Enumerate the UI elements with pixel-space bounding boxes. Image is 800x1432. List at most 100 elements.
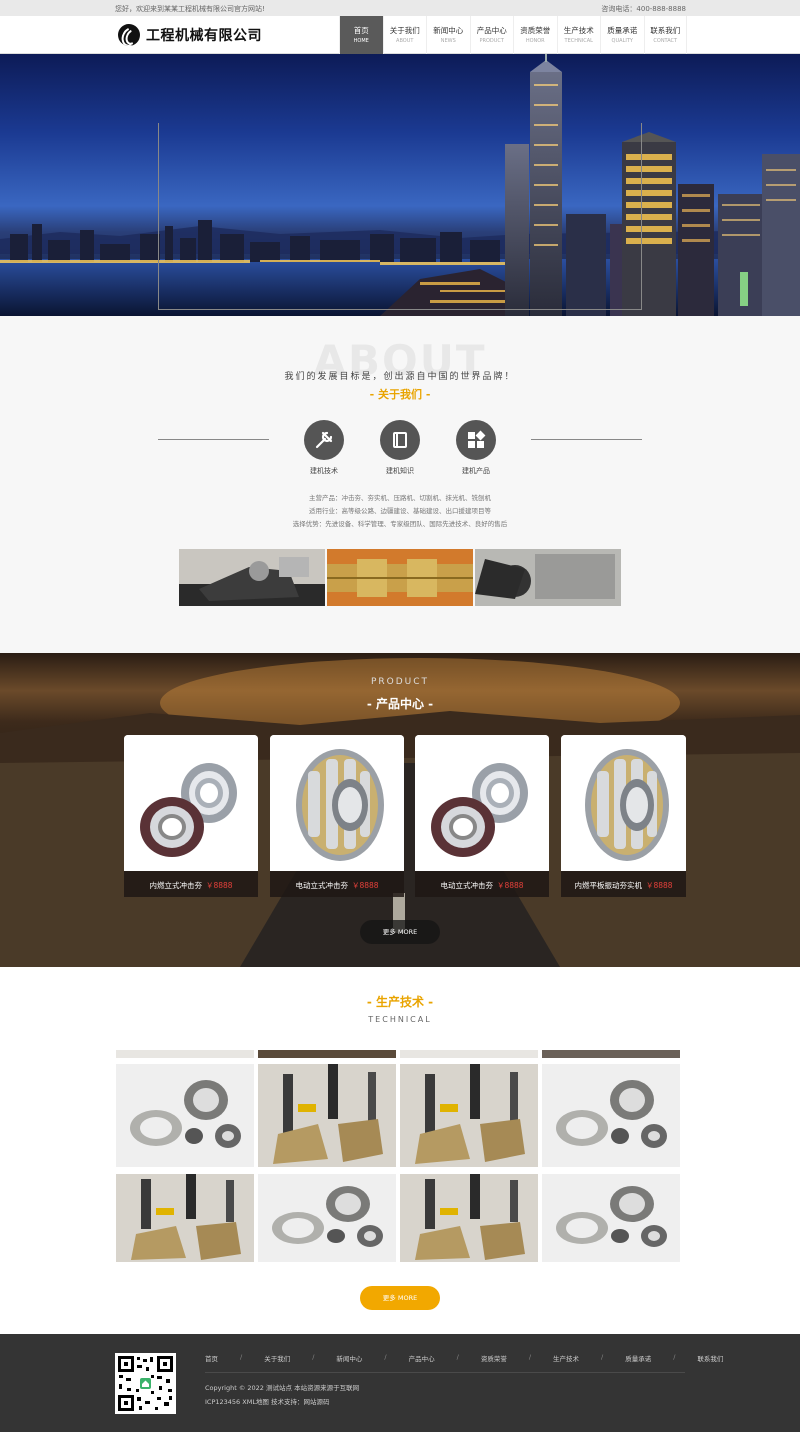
nav-label: 资质荣誉 <box>520 26 551 35</box>
tech-photo-drill-tools[interactable] <box>400 1174 538 1262</box>
footer-link-honor[interactable]: 资质荣誉 <box>481 1353 507 1363</box>
product-price: ￥8888 <box>351 881 379 890</box>
nav-sublabel: TECHNICAL <box>564 38 593 44</box>
nav-label: 质量承诺 <box>607 26 638 35</box>
link-separator: / <box>456 1353 459 1361</box>
product-en-title: PRODUCT <box>370 677 430 687</box>
link-separator: / <box>528 1353 532 1361</box>
product-caption: 内燃立式冲击夯 ￥8888 <box>124 871 258 897</box>
icp-text[interactable]: ICP123456 XML地图 技术支持：网站源码 <box>205 1396 330 1406</box>
footer-link-quality[interactable]: 质量承诺 <box>625 1353 651 1363</box>
book-icon <box>380 420 420 460</box>
link-separator: / <box>601 1353 604 1361</box>
product-card[interactable]: 电动立式冲击夯 ￥8888 <box>415 735 549 897</box>
roller-bearing-image <box>270 735 404 871</box>
product-caption: 电动立式冲击夯 ￥8888 <box>270 871 404 897</box>
link-separator: / <box>384 1353 387 1361</box>
footer-link-product[interactable]: 产品中心 <box>409 1353 435 1363</box>
feature-knowledge[interactable]: 建机知识 <box>370 420 430 476</box>
nav-sublabel: HOME <box>353 38 369 44</box>
footer-link-about[interactable]: 关于我们 <box>264 1353 290 1363</box>
technical-more-button[interactable]: 更多 MORE <box>360 1286 440 1310</box>
nav-item-honor[interactable]: 资质荣誉 HONOR <box>513 16 557 54</box>
machine-photo <box>179 549 325 606</box>
qr-code-image <box>115 1353 176 1414</box>
top-bar: 您好，欢迎来到某某工程机械有限公司官方网站! 咨询电话：400-888-8888 <box>0 0 800 16</box>
product-card[interactable]: 内燃立式冲击夯 ￥8888 <box>124 735 258 897</box>
tech-strip <box>116 1050 254 1058</box>
about-frame <box>158 123 642 310</box>
nav-label: 新闻中心 <box>433 26 464 35</box>
nav-label: 关于我们 <box>389 26 420 35</box>
ball-bearing-image <box>124 735 258 871</box>
footer-link-news[interactable]: 新闻中心 <box>336 1353 362 1363</box>
nav-label: 首页 <box>353 26 369 35</box>
footer-divider <box>205 1372 685 1373</box>
nav-label: 联系我们 <box>650 26 681 35</box>
tech-photo-needle-bearings[interactable] <box>116 1064 254 1167</box>
nav-item-news[interactable]: 新闻中心 NEWS <box>426 16 470 54</box>
copyright-text: Copyright © 2022 测试站点 本站资源来源于互联网 <box>205 1384 360 1392</box>
about-line: 主营产品：冲击夯、夯实机、压路机、切割机、抹光机、铣刨机 <box>309 494 491 502</box>
nav-sublabel: HONOR <box>525 38 545 44</box>
phone-info: 咨询电话：400-888-8888 <box>601 4 686 14</box>
link-separator: / <box>240 1353 243 1361</box>
product-title: - 产品中心 - <box>366 697 434 711</box>
feature-tech[interactable]: 建机技术 <box>294 420 354 476</box>
site-header: 工程机械有限公司 首页 HOME 关于我们 ABOUT 新闻中心 NEWS 产品中心 P… <box>0 16 800 54</box>
tech-strip <box>258 1050 396 1058</box>
nav-sublabel: NEWS <box>440 38 456 44</box>
product-caption: 内燃平板振动夯实机 ￥8888 <box>561 871 686 897</box>
footer-links: 首页 / 关于我们 / 新闻中心 / 产品中心 / 资质荣誉 / 生产技术 / 质量承诺 / … <box>205 1353 723 1363</box>
tech-photo-needle-bearings[interactable] <box>542 1064 680 1167</box>
product-more-button[interactable]: 更多 MORE <box>360 920 440 944</box>
tech-photo-needle-bearings[interactable] <box>542 1174 680 1262</box>
welcome-text: 您好，欢迎来到某某工程机械有限公司官方网站! <box>115 5 265 13</box>
machine-photo <box>327 549 473 606</box>
product-card[interactable]: 内燃平板振动夯实机 ￥8888 <box>561 735 686 897</box>
nav-item-quality[interactable]: 质量承诺 QUALITY <box>600 16 644 54</box>
tech-photo-drill-tools[interactable] <box>258 1064 396 1167</box>
about-title: - 关于我们 - <box>369 388 431 401</box>
site-footer: 首页 / 关于我们 / 新闻中心 / 产品中心 / 资质荣誉 / 生产技术 / 质量承诺 / … <box>0 1334 800 1432</box>
main-nav: 首页 HOME 关于我们 ABOUT 新闻中心 NEWS 产品中心 PRODUCT 资质… <box>339 16 687 54</box>
footer-link-home[interactable]: 首页 <box>205 1353 218 1363</box>
feature-label: 建机知识 <box>386 467 414 475</box>
machine-photo <box>475 549 621 606</box>
nav-label: 生产技术 <box>563 26 594 35</box>
about-line: 选择优势：先进设备、科学管理、专家级团队、国际先进技术、良好的售后 <box>292 520 508 528</box>
feature-label: 建机技术 <box>310 467 338 475</box>
nav-sublabel: CONTACT <box>653 38 678 44</box>
frame-top-line-right <box>531 439 642 440</box>
technical-en-title: TECHNICAL <box>368 1015 432 1024</box>
nav-item-technical[interactable]: 生产技术 TECHNICAL <box>556 16 601 54</box>
phone-number: 400-888-8888 <box>636 5 686 13</box>
phone-label: 咨询电话： <box>601 5 637 13</box>
about-description: 主营产品：冲击夯、夯实机、压路机、切割机、抹光机、铣刨机 适用行业：高等级公路、… <box>0 492 800 531</box>
product-caption: 电动立式冲击夯 ￥8888 <box>415 871 549 897</box>
tech-strip <box>400 1050 538 1058</box>
tech-photo-needle-bearings[interactable] <box>258 1174 396 1262</box>
footer-link-technical[interactable]: 生产技术 <box>553 1353 579 1363</box>
roller-bearing-image <box>561 735 686 871</box>
tools-icon <box>304 420 344 460</box>
nav-item-about[interactable]: 关于我们 ABOUT <box>382 16 427 54</box>
nav-item-home[interactable]: 首页 HOME <box>339 16 383 54</box>
footer-link-contact[interactable]: 联系我们 <box>697 1353 723 1363</box>
nav-item-product[interactable]: 产品中心 PRODUCT <box>469 16 514 54</box>
feature-products[interactable]: 建机产品 <box>446 420 506 476</box>
tech-strip <box>542 1050 680 1058</box>
grid-icon <box>456 420 496 460</box>
tech-photo-drill-tools[interactable] <box>116 1174 254 1262</box>
product-price: ￥8888 <box>645 881 673 890</box>
product-price: ￥8888 <box>205 881 233 890</box>
nav-sublabel: PRODUCT <box>479 38 504 44</box>
product-price: ￥8888 <box>496 881 524 890</box>
product-card[interactable]: 电动立式冲击夯 ￥8888 <box>270 735 404 897</box>
about-slogan: 我们的发展目标是，创出源自中国的世界品牌！ <box>284 372 516 382</box>
ball-bearing-image <box>415 735 549 871</box>
nav-item-contact[interactable]: 联系我们 CONTACT <box>643 16 687 54</box>
tech-photo-drill-tools[interactable] <box>400 1064 538 1167</box>
logo-flame-icon <box>118 24 140 46</box>
logo[interactable]: 工程机械有限公司 <box>118 24 262 46</box>
